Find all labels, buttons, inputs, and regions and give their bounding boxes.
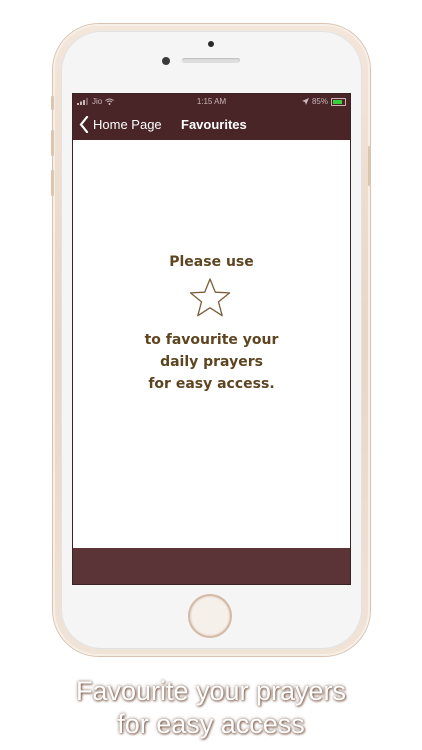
power-button bbox=[368, 146, 371, 186]
back-button-label: Home Page bbox=[93, 117, 162, 132]
volume-up-button bbox=[51, 130, 54, 156]
home-button[interactable] bbox=[190, 596, 230, 636]
empty-state-intro: Please use bbox=[169, 254, 254, 270]
status-bar: Jio 1:15 AM 85% bbox=[73, 94, 350, 109]
battery-percent: 85% bbox=[311, 97, 328, 106]
battery-icon bbox=[331, 97, 346, 106]
battery-level bbox=[333, 99, 343, 104]
earpiece-speaker bbox=[182, 58, 240, 63]
front-camera bbox=[162, 57, 170, 65]
page-title: Favourites bbox=[181, 117, 247, 132]
empty-state: Please use to favourite your daily praye… bbox=[73, 140, 350, 548]
message-line: to favourite your bbox=[144, 332, 279, 348]
mute-switch bbox=[51, 96, 54, 110]
app-screen: Jio 1:15 AM 85% Home Page Favourites Ple… bbox=[73, 94, 350, 584]
back-button[interactable]: Home Page bbox=[79, 116, 162, 133]
caption-line: Favourite your prayers bbox=[75, 676, 347, 706]
proximity-sensor bbox=[208, 41, 214, 47]
star-icon bbox=[189, 278, 231, 317]
empty-state-message: to favourite your daily prayers for easy… bbox=[73, 329, 350, 395]
location-icon bbox=[301, 98, 309, 105]
bottom-bar bbox=[73, 548, 350, 584]
back-chevron-icon bbox=[79, 116, 89, 133]
promo-caption: Favourite your prayers for easy access bbox=[0, 675, 422, 741]
nav-bar: Home Page Favourites bbox=[73, 109, 350, 140]
caption-line: for easy access bbox=[117, 709, 305, 739]
message-line: daily prayers bbox=[160, 354, 263, 370]
message-line: for easy access. bbox=[148, 376, 275, 392]
volume-down-button bbox=[51, 170, 54, 196]
